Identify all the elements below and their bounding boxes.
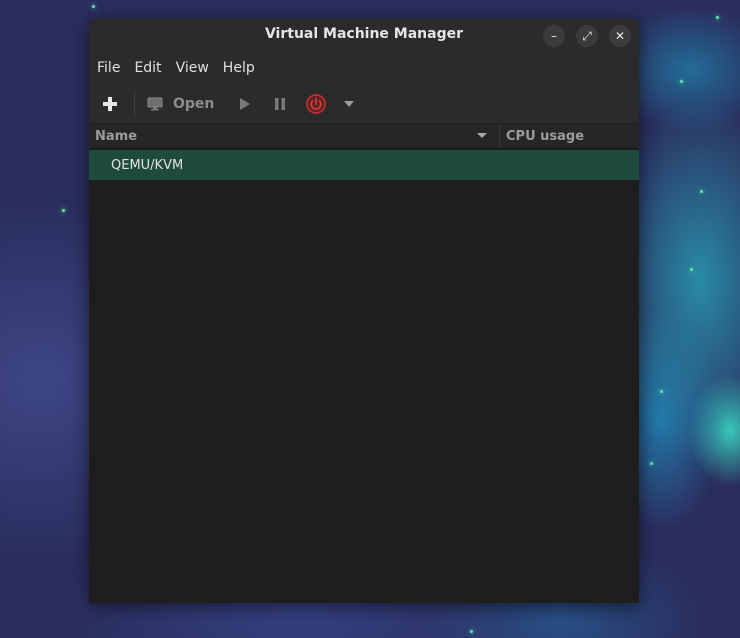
background-star — [680, 80, 683, 83]
chevron-down-icon — [344, 100, 354, 107]
connection-list[interactable]: QEMU/KVM — [89, 149, 639, 603]
list-header: Name CPU usage — [89, 124, 639, 149]
play-icon — [240, 97, 250, 110]
menu-file[interactable]: File — [91, 56, 126, 80]
background-star — [700, 190, 703, 193]
open-button-label: Open — [173, 95, 215, 112]
new-vm-button[interactable] — [95, 84, 125, 123]
background-star — [470, 630, 473, 633]
menu-edit[interactable]: Edit — [128, 56, 167, 80]
close-icon: ✕ — [614, 29, 626, 43]
minimize-icon: – — [551, 29, 557, 43]
column-header-cpu[interactable]: CPU usage — [499, 124, 639, 148]
maximize-button[interactable]: ⤢ — [576, 25, 598, 47]
open-button[interactable]: Open — [147, 84, 223, 123]
pause-icon — [275, 97, 285, 110]
sort-arrow-icon — [477, 133, 487, 138]
menu-bar: File Edit View Help — [89, 52, 639, 84]
background-star — [62, 209, 65, 212]
column-header-cpu-label: CPU usage — [506, 128, 585, 144]
column-header-name[interactable]: Name — [89, 124, 497, 148]
shutdown-button[interactable] — [304, 84, 328, 123]
list-item[interactable]: QEMU/KVM — [89, 150, 639, 180]
background-star — [690, 268, 693, 271]
menu-help[interactable]: Help — [217, 56, 261, 80]
connection-name: QEMU/KVM — [111, 157, 184, 173]
shutdown-menu-button[interactable] — [339, 84, 359, 123]
title-bar[interactable]: Virtual Machine Manager – ⤢ ✕ — [89, 18, 639, 52]
background-star — [716, 16, 719, 19]
background-star — [660, 390, 663, 393]
minimize-button[interactable]: – — [543, 25, 565, 47]
maximize-icon: ⤢ — [582, 29, 592, 43]
close-button[interactable]: ✕ — [609, 25, 631, 47]
menu-view[interactable]: View — [170, 56, 215, 80]
background-star — [92, 5, 95, 8]
power-icon — [306, 93, 326, 114]
run-button[interactable] — [235, 84, 255, 123]
toolbar: Open — [89, 84, 639, 124]
toolbar-separator — [134, 90, 135, 118]
vmm-window: Virtual Machine Manager – ⤢ ✕ File Edit … — [89, 18, 639, 603]
pause-button[interactable] — [270, 84, 290, 123]
column-header-name-label: Name — [95, 128, 138, 144]
background-star — [650, 462, 653, 465]
monitor-icon — [147, 97, 163, 110]
plus-icon — [103, 96, 117, 111]
